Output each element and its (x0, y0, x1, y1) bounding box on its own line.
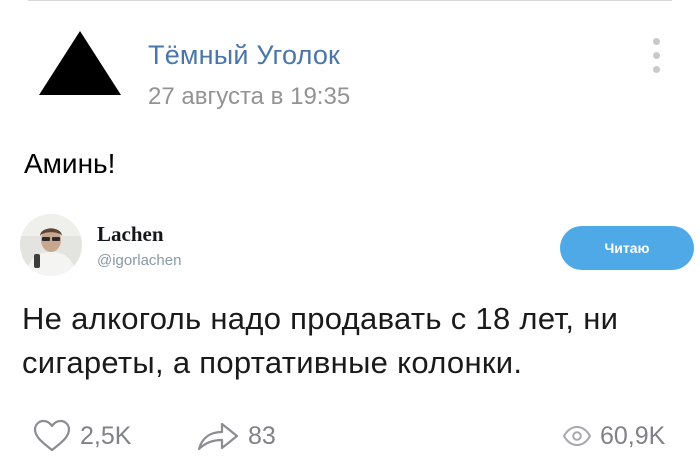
follow-button[interactable]: Читаю (560, 226, 694, 270)
share-arrow-icon (197, 422, 239, 451)
post-header: Тёмный Уголок 27 августа в 19:35 (0, 0, 700, 130)
eye-icon (562, 426, 592, 446)
post-text: Аминь! (24, 148, 116, 179)
avatar-photo-icon (20, 214, 82, 276)
tweet-text: Не алкоголь надо продавать с 18 лет, ни … (22, 301, 619, 380)
post-date[interactable]: 27 августа в 19:35 (148, 83, 350, 111)
tweet-author-name[interactable]: Lachen (97, 222, 164, 247)
heart-icon (33, 419, 71, 452)
more-vertical-icon-dot (653, 66, 660, 73)
more-vertical-icon-dot (653, 52, 660, 59)
more-menu-button[interactable] (645, 36, 667, 76)
share-button[interactable]: 83 (196, 418, 276, 454)
tweet-author-handle[interactable]: @igorlachen (97, 252, 181, 269)
likes-count: 2,5K (80, 421, 132, 450)
views-count: 60,9K (600, 421, 666, 450)
shares-count: 83 (248, 421, 276, 450)
like-button[interactable]: 2,5K (32, 418, 131, 454)
tweet-author-avatar (20, 214, 82, 276)
more-vertical-icon (653, 38, 660, 45)
views-indicator: 60,9K (562, 418, 665, 454)
group-name[interactable]: Тёмный Уголок (148, 40, 340, 71)
group-avatar[interactable] (38, 30, 122, 96)
triangle-logo-icon (39, 31, 121, 95)
